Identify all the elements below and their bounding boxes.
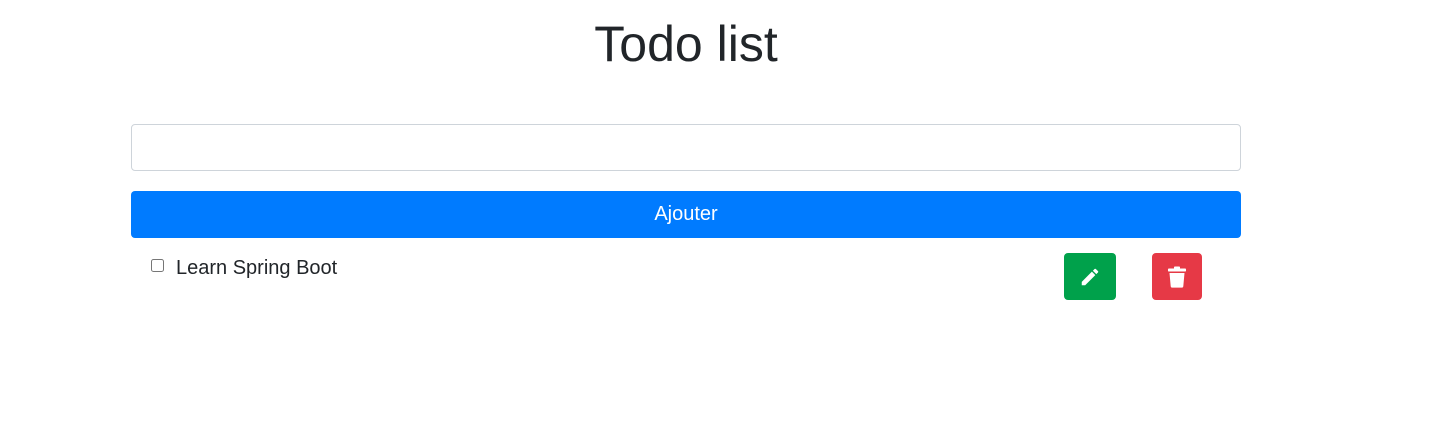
edit-button[interactable] bbox=[1064, 253, 1116, 300]
delete-button[interactable] bbox=[1152, 253, 1202, 300]
trash-icon bbox=[1167, 266, 1187, 288]
add-button[interactable]: Ajouter bbox=[131, 191, 1241, 238]
todo-label: Learn Spring Boot bbox=[176, 257, 338, 279]
todo-item: Learn Spring Boot bbox=[131, 252, 1241, 302]
todo-checkbox[interactable] bbox=[151, 259, 164, 272]
pencil-icon bbox=[1079, 266, 1101, 288]
page-title: Todo list bbox=[594, 16, 778, 72]
todo-input[interactable] bbox=[131, 124, 1241, 171]
